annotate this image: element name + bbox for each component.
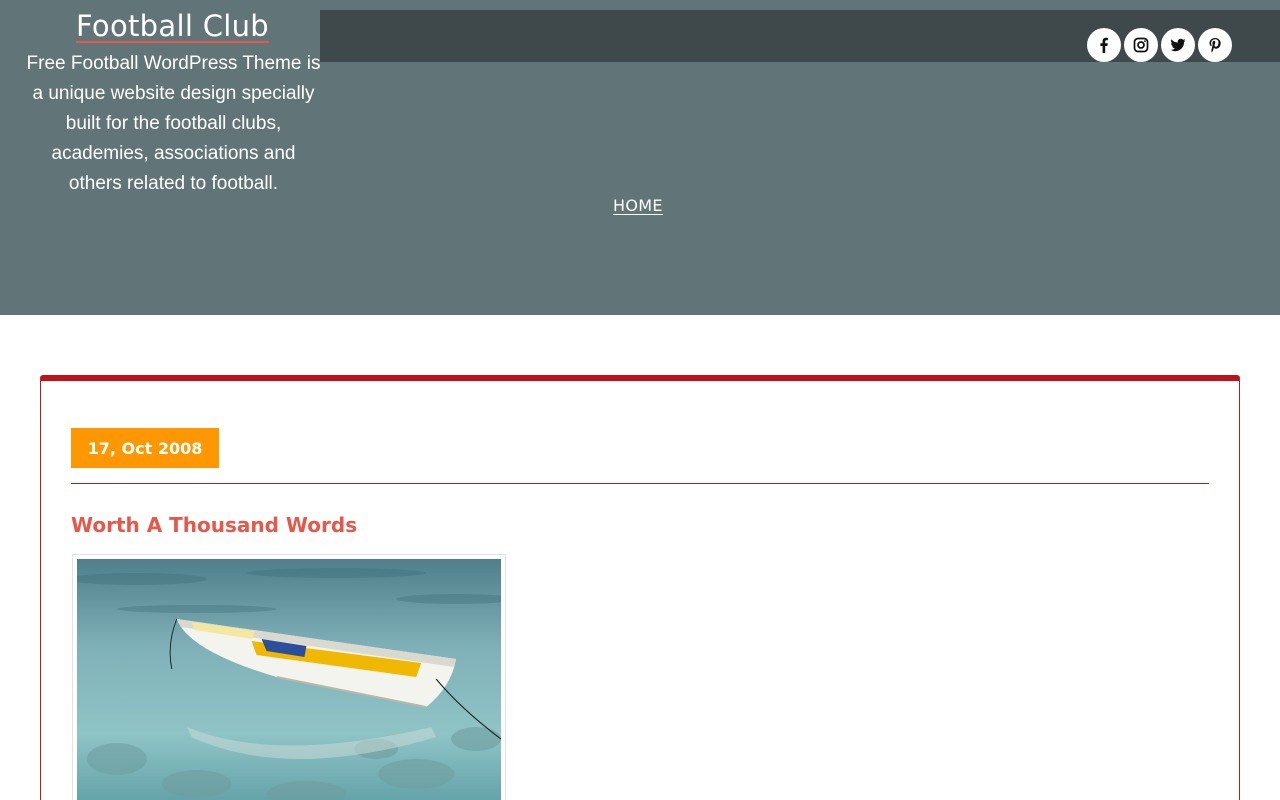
post-date-badge: 17, Oct 2008 xyxy=(71,428,219,468)
boat-on-water-image[interactable] xyxy=(77,559,501,800)
nav-home-link[interactable]: HOME xyxy=(613,196,663,215)
facebook-icon xyxy=(1100,37,1108,53)
post-title-link[interactable]: Worth A Thousand Words xyxy=(71,513,357,537)
site-title-link[interactable]: Football Club xyxy=(76,8,269,44)
post-card: 17, Oct 2008 Worth A Thousand Words xyxy=(40,375,1240,800)
post-image-frame xyxy=(72,554,506,800)
facebook-link[interactable] xyxy=(1087,28,1121,62)
site-description: Free Football WordPress Theme is a uniqu… xyxy=(26,53,321,194)
social-links xyxy=(1087,28,1232,62)
main-navigation: HOME xyxy=(613,196,663,216)
pinterest-link[interactable] xyxy=(1198,28,1232,62)
instagram-icon xyxy=(1133,37,1149,53)
twitter-icon xyxy=(1170,38,1186,52)
post-divider xyxy=(71,483,1209,484)
pinterest-icon xyxy=(1209,38,1221,53)
instagram-link[interactable] xyxy=(1124,28,1158,62)
site-header: Football Club Free Football WordPress Th… xyxy=(0,0,1280,315)
twitter-link[interactable] xyxy=(1161,28,1195,62)
branding: Football Club Free Football WordPress Th… xyxy=(20,8,325,199)
